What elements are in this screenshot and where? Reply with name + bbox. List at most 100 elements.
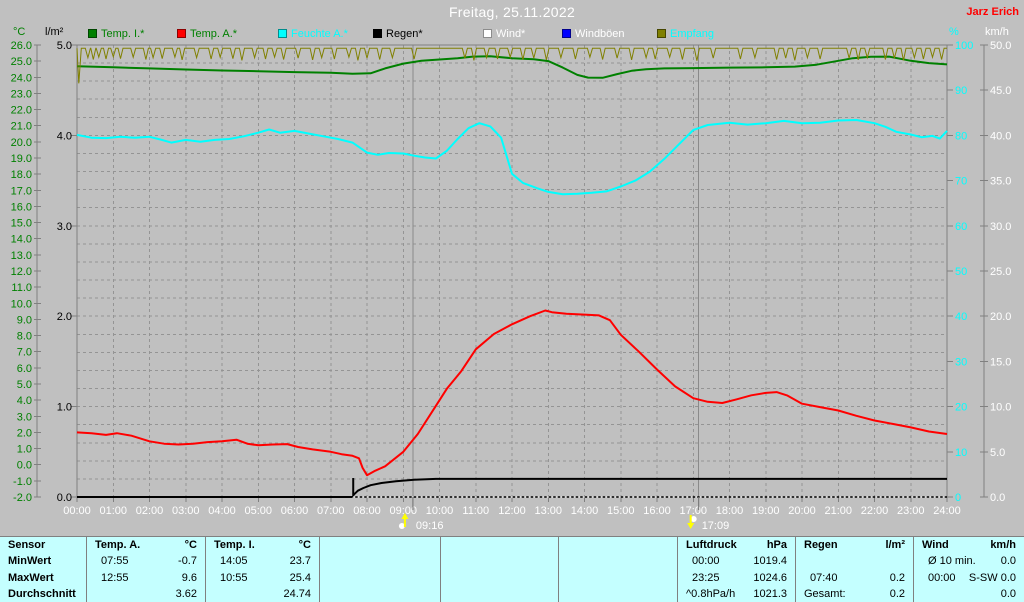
svg-text:1.0: 1.0: [17, 444, 32, 456]
svg-text:13.0: 13.0: [11, 250, 32, 262]
svg-text:11.0: 11.0: [11, 282, 32, 294]
svg-text:9.0: 9.0: [17, 314, 32, 326]
temp-i-name: Temp. I.: [214, 539, 255, 552]
regen-avg-label: Gesamt:: [804, 587, 846, 600]
svg-text:25.0: 25.0: [11, 56, 32, 68]
svg-text:2.0: 2.0: [17, 427, 32, 439]
svg-text:22.0: 22.0: [11, 105, 32, 117]
svg-text:20.0: 20.0: [990, 311, 1011, 323]
svg-text:12:00: 12:00: [498, 505, 526, 517]
weather-station-window: Freitag, 25.11.2022 Jarz Erich °C l/m² %…: [0, 0, 1024, 602]
wind-avg-value: 0.0: [1000, 587, 1016, 600]
luftdruck-max-value: 1024.6: [753, 571, 787, 584]
svg-text:16:00: 16:00: [643, 505, 671, 517]
svg-text:17.0: 17.0: [11, 185, 32, 197]
temp-i-max-time: 10:55: [220, 571, 248, 584]
stats-col-regen: Regen l/m² 07:40 0.2 Gesamt: 0.2: [796, 537, 914, 602]
svg-text:10:00: 10:00: [426, 505, 454, 517]
svg-text:04:00: 04:00: [208, 505, 236, 517]
svg-text:08:00: 08:00: [353, 505, 381, 517]
svg-text:15.0: 15.0: [11, 218, 32, 230]
svg-text:90: 90: [955, 85, 967, 97]
svg-text:16.0: 16.0: [11, 201, 32, 213]
svg-text:14:00: 14:00: [571, 505, 599, 517]
svg-text:30: 30: [955, 356, 967, 368]
svg-text:18.0: 18.0: [11, 169, 32, 181]
svg-text:3.0: 3.0: [17, 411, 32, 423]
luftdruck-min-value: 1019.4: [753, 555, 787, 568]
svg-text:4.0: 4.0: [17, 395, 32, 407]
svg-text:-2.0: -2.0: [13, 492, 32, 504]
luftdruck-avg-value: 1021.3: [753, 587, 787, 600]
svg-text:10.0: 10.0: [11, 298, 32, 310]
svg-text:6.0: 6.0: [17, 363, 32, 375]
svg-text:07:00: 07:00: [317, 505, 345, 517]
stats-col-temp-i: Temp. I. °C 14:05 23.7 10:55 25.4 24.74: [206, 537, 320, 602]
svg-text:05:00: 05:00: [244, 505, 272, 517]
stats-col-empty-2: [441, 537, 559, 602]
svg-text:24:00: 24:00: [933, 505, 961, 517]
temp-i-min-value: 23.7: [289, 555, 311, 568]
regen-avg-value: 0.2: [889, 587, 905, 600]
svg-text:20.0: 20.0: [11, 137, 32, 149]
svg-text:15.0: 15.0: [990, 356, 1011, 368]
stats-table: Sensor MinWert MaxWert Durchschnitt Temp…: [0, 536, 1024, 602]
svg-text:5.0: 5.0: [57, 40, 72, 52]
svg-text:5.0: 5.0: [17, 379, 32, 391]
svg-text:24.0: 24.0: [11, 72, 32, 84]
svg-text:60: 60: [955, 221, 967, 233]
temp-a-name: Temp. A.: [95, 539, 141, 552]
temp-i-min-time: 14:05: [220, 555, 248, 568]
svg-text:25.0: 25.0: [990, 266, 1011, 278]
svg-text:23:00: 23:00: [897, 505, 925, 517]
temp-i-avg-value: 24.74: [283, 587, 311, 600]
wind-name: Wind: [922, 539, 949, 552]
stats-col-wind: Wind km/h Ø 10 min. 0.0 00:00 S-SW 0.0 0.0: [914, 537, 1024, 602]
svg-text:50.0: 50.0: [990, 40, 1011, 52]
svg-text:17:00: 17:00: [679, 505, 707, 517]
axes: 26.0 25.0 24.0 23.0 22.0 21.0 20.0 19.0 18.0 17.0…: [11, 40, 1012, 517]
temp-a-min-value: -0.7: [178, 555, 197, 568]
svg-text:4.0: 4.0: [57, 130, 72, 142]
series-regen: [352, 477, 947, 496]
svg-text:00:00: 00:00: [63, 505, 91, 517]
temp-a-avg-value: 3.62: [175, 587, 197, 600]
svg-text:19.0: 19.0: [11, 153, 32, 165]
svg-text:06:00: 06:00: [281, 505, 309, 517]
temp-a-min-time: 07:55: [101, 555, 129, 568]
row-header-minwert: MinWert: [8, 555, 52, 568]
svg-text:26.0: 26.0: [11, 40, 32, 52]
wind-unit: km/h: [990, 539, 1016, 552]
stats-col-empty-3: [559, 537, 678, 602]
luftdruck-unit: hPa: [766, 539, 787, 552]
wind-max-value: S-SW 0.0: [968, 571, 1016, 584]
svg-text:100: 100: [955, 40, 973, 52]
temp-a-unit: °C: [184, 539, 197, 552]
svg-text:11:00: 11:00: [462, 505, 489, 517]
row-header-sensor: Sensor: [8, 539, 46, 552]
luftdruck-avg-label: ^0.8hPa/h: [686, 587, 736, 600]
stats-col-empty-1: [320, 537, 441, 602]
svg-text:50: 50: [955, 266, 967, 278]
wind-min-time: Ø 10 min.: [928, 555, 976, 568]
svg-text:14.0: 14.0: [11, 234, 32, 246]
row-header-durchschnitt: Durchschnitt: [8, 587, 76, 600]
regen-name: Regen: [804, 539, 838, 552]
svg-text:30.0: 30.0: [990, 221, 1011, 233]
svg-text:3.0: 3.0: [57, 221, 72, 233]
regen-max-value: 0.2: [889, 571, 905, 584]
regen-max-time: 07:40: [810, 571, 838, 584]
svg-text:22:00: 22:00: [861, 505, 889, 517]
svg-text:40.0: 40.0: [990, 130, 1011, 142]
svg-text:45.0: 45.0: [990, 85, 1011, 97]
svg-text:10.0: 10.0: [990, 402, 1011, 414]
svg-text:0.0: 0.0: [17, 460, 32, 472]
wind-min-value: 0.0: [1000, 555, 1016, 568]
svg-text:35.0: 35.0: [990, 176, 1011, 188]
svg-text:09:16: 09:16: [416, 520, 444, 532]
temp-i-unit: °C: [298, 539, 311, 552]
stats-col-temp-a: Temp. A. °C 07:55 -0.7 12:55 9.6 3.62: [87, 537, 206, 602]
svg-text:80: 80: [955, 130, 967, 142]
stats-col-rowheaders: Sensor MinWert MaxWert Durchschnitt: [0, 537, 87, 602]
wind-max-time: 00:00: [928, 571, 956, 584]
